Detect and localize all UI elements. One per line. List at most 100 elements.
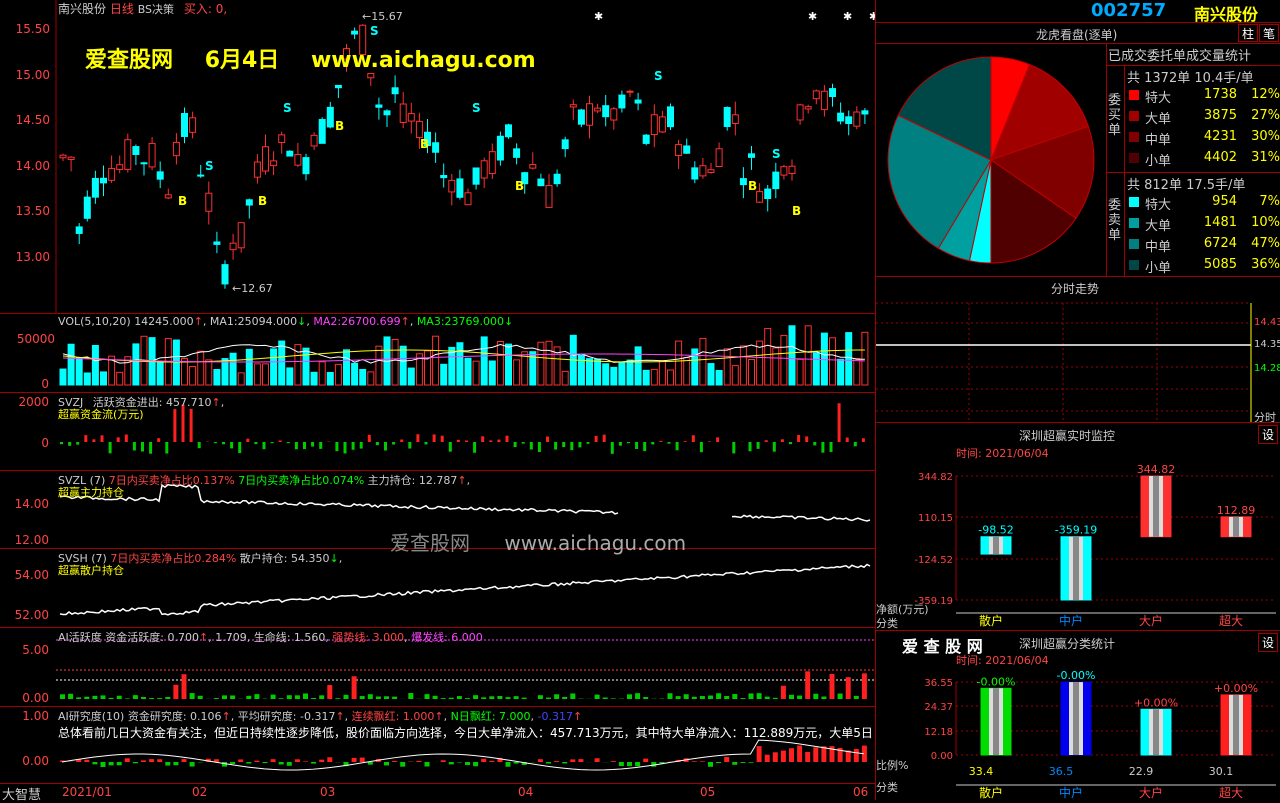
activity-bar bbox=[449, 698, 454, 699]
activity-bar bbox=[514, 696, 519, 699]
volume-bar bbox=[400, 346, 406, 385]
research-bar bbox=[611, 761, 616, 762]
volume-bar bbox=[854, 358, 860, 385]
fund-flow-bar bbox=[684, 441, 687, 442]
activity-bar bbox=[611, 698, 616, 699]
research-bar bbox=[724, 757, 729, 762]
candle-body bbox=[141, 163, 147, 164]
candle-body bbox=[546, 185, 552, 207]
candle-body bbox=[295, 154, 301, 165]
research-bar bbox=[157, 759, 162, 762]
fund-flow-bar bbox=[230, 442, 233, 448]
activity-bar bbox=[854, 696, 859, 699]
volume-bar bbox=[514, 360, 520, 385]
x-label-2: 03 bbox=[320, 785, 335, 799]
volume-bar bbox=[611, 367, 617, 385]
main-ytick-4: 13.50 bbox=[16, 204, 50, 218]
fund-flow-bar bbox=[238, 442, 241, 453]
activity-bar bbox=[368, 694, 373, 699]
fund-flow-bar bbox=[732, 442, 735, 453]
vol-ytick-1: 0 bbox=[41, 377, 49, 391]
bar-value-label: -98.52 bbox=[978, 524, 1013, 537]
activity-bar bbox=[376, 696, 381, 699]
lhk-row: 中单672447% bbox=[1127, 235, 1280, 255]
bar-value-label: 344.82 bbox=[1137, 463, 1176, 476]
intraday-panel[interactable]: 分时走势 14.43 14.35 14.28 分时 bbox=[876, 276, 1280, 423]
main-chart-header: 南兴股份 日线 BS决策 买入: 0, bbox=[58, 0, 227, 17]
candle-body bbox=[838, 113, 844, 121]
svzj-panel[interactable]: SVZJ 活跃资金进出: 457.710↑, 超赢资金流(万元) 2000 0 bbox=[0, 392, 875, 471]
main-chart-panel[interactable]: BSBSBSBSBSBSB✱✱✱✱ 南兴股份 日线 BS决策 买入: 0, 爱查… bbox=[0, 0, 875, 313]
volume-bar bbox=[376, 346, 382, 385]
activity-bar bbox=[708, 696, 713, 699]
research-bar bbox=[700, 761, 705, 762]
lhk-row-pct: 27% bbox=[1251, 108, 1280, 123]
activity-bar bbox=[311, 698, 316, 699]
fund-flow-bar bbox=[676, 442, 679, 450]
indicator-name[interactable]: BS决策 bbox=[138, 3, 174, 16]
candle-body bbox=[611, 109, 617, 120]
volume-bar bbox=[408, 368, 414, 385]
buy-signal-marker: B bbox=[178, 194, 187, 208]
category-label: 超大 bbox=[1219, 785, 1243, 800]
corner-label[interactable]: 大智慧 bbox=[2, 784, 41, 803]
pen-mode-button[interactable]: 笔 bbox=[1259, 24, 1279, 42]
fund-flow-bar bbox=[692, 435, 695, 442]
volume-panel[interactable]: VOL(5,10,20) 14245.000↑, MA1:25094.000↓,… bbox=[0, 313, 875, 393]
fund-flow-bar bbox=[821, 442, 824, 453]
candle-body bbox=[716, 149, 722, 167]
candle-body bbox=[392, 88, 398, 94]
volume-bar bbox=[546, 341, 552, 385]
x-label-5: 06 bbox=[853, 785, 868, 799]
candle-body bbox=[376, 105, 382, 107]
lhk-title: 龙虎看盘(逐单) bbox=[1036, 26, 1117, 43]
fund-flow-bar bbox=[506, 436, 509, 442]
right-sidebar: 002757 南兴股份 龙虎看盘(逐单) 柱 笔 已成交委托单成交量统计 委买单… bbox=[875, 0, 1280, 800]
volume-bar bbox=[230, 353, 236, 385]
volume-bar bbox=[538, 342, 544, 385]
candle-body bbox=[319, 120, 325, 144]
ytick-label: 0.00 bbox=[931, 751, 953, 762]
candle-body bbox=[724, 108, 730, 127]
fund-flow-bar bbox=[749, 442, 752, 451]
research-bar bbox=[797, 746, 802, 762]
ai-research-panel[interactable]: AI研究度(10) 资金研究度: 0.106↑, 平均研究度: -0.317↑,… bbox=[0, 706, 875, 784]
stock-code: 002757 bbox=[1091, 0, 1166, 21]
fund-flow-bar bbox=[805, 436, 808, 442]
activity-bar bbox=[643, 697, 648, 699]
classify-panel[interactable]: 爱 查 股 网 深圳超赢分类统计 设 时间: 2021/06/04 36.552… bbox=[876, 630, 1280, 801]
candle-body bbox=[190, 118, 196, 133]
fund-flow-bar bbox=[441, 436, 444, 442]
candle-body bbox=[246, 200, 252, 205]
ai-active-panel[interactable]: AI活跃度 资金活跃度: 0.700↑, 1.709, 生命线: 1.560, … bbox=[0, 627, 875, 707]
volume-bar bbox=[684, 358, 690, 385]
candle-body bbox=[627, 91, 633, 92]
activity-bar bbox=[303, 693, 308, 699]
activity-bar bbox=[287, 695, 292, 699]
volume-bar bbox=[246, 349, 252, 385]
research-bar bbox=[692, 761, 697, 762]
bar-0 bbox=[981, 537, 1011, 554]
fund-flow-bar bbox=[254, 442, 257, 444]
period-label[interactable]: 日线 bbox=[110, 2, 134, 16]
volume-bar bbox=[335, 364, 341, 385]
research-bar bbox=[789, 748, 794, 762]
lhk-pie-chart[interactable] bbox=[876, 50, 1106, 280]
candle-body bbox=[117, 165, 123, 170]
research-bar bbox=[319, 760, 324, 762]
buy-vertical-label: 委买单 bbox=[1108, 93, 1122, 138]
lhk-row-label: 小单 bbox=[1145, 257, 1171, 276]
bar-mode-button[interactable]: 柱 bbox=[1238, 24, 1258, 42]
candle-body bbox=[230, 243, 236, 249]
legend-swatch bbox=[1129, 197, 1139, 207]
candle-body bbox=[149, 143, 155, 166]
activity-bar bbox=[846, 677, 851, 699]
candle-body bbox=[562, 140, 568, 149]
volume-bar bbox=[830, 338, 836, 385]
research-bar bbox=[813, 747, 818, 762]
monitor-panel[interactable]: 深圳超赢实时监控 设 时间: 2021/06/04 344.82110.15-1… bbox=[876, 422, 1280, 631]
fund-flow-bar bbox=[319, 442, 322, 449]
activity-bar bbox=[522, 698, 527, 699]
svsh-panel[interactable]: SVSH (7) 7日内买卖净占比0.284% 散户持仓: 54.350↓, 超… bbox=[0, 548, 875, 628]
volume-bar bbox=[433, 336, 439, 385]
